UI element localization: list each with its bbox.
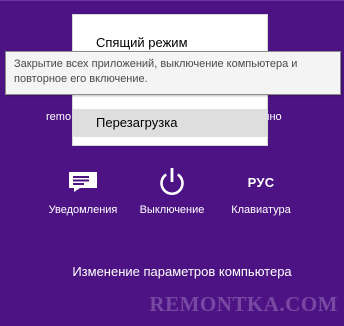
menu-item-sleep[interactable]: Спящий режим xyxy=(73,33,267,53)
settings-charm-panel: remo упно Спящий режим Перезагрузка Закр… xyxy=(0,0,344,326)
restart-tooltip: Закрытие всех приложений, выключение ком… xyxy=(5,51,341,95)
keyboard-layout-indicator: РУС xyxy=(241,165,281,199)
power-label: Выключение xyxy=(139,204,205,216)
keyboard-layout-code: РУС xyxy=(247,174,275,190)
menu-item-restart[interactable]: Перезагрузка xyxy=(73,109,267,137)
background-text-left: remo xyxy=(46,111,72,123)
keyboard-label: Клавиатура xyxy=(231,204,291,216)
top-divider xyxy=(0,0,344,1)
notifications-label: Уведомления xyxy=(48,204,118,216)
change-pc-settings-link[interactable]: Изменение параметров компьютера xyxy=(0,264,344,279)
power-icon xyxy=(152,165,192,199)
power-button[interactable]: Выключение xyxy=(129,165,215,216)
notifications-icon xyxy=(63,165,103,199)
watermark: REMONTKA.COM xyxy=(149,292,338,316)
keyboard-button[interactable]: РУС Клавиатура xyxy=(218,165,304,217)
notifications-button[interactable]: Уведомления xyxy=(40,165,126,216)
